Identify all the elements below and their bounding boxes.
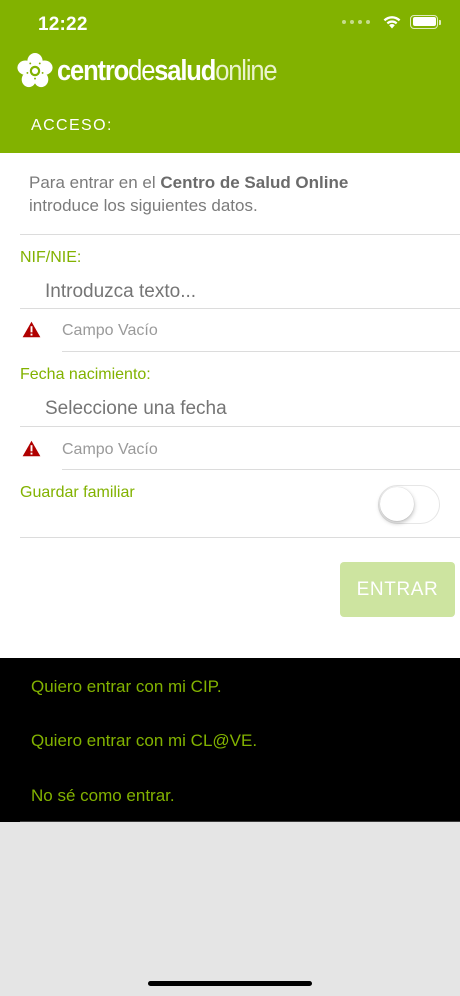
save-family-label: Guardar familiar (20, 484, 135, 501)
header-bar: 12:22 centrodesaludonline ACCESO: (0, 0, 460, 153)
birthdate-input[interactable] (45, 398, 445, 420)
options-divider (20, 821, 460, 822)
intro-text: Para entrar en el Centro de Salud Online… (29, 173, 349, 215)
status-icons (342, 14, 441, 29)
warning-icon (22, 440, 41, 457)
nif-underline (20, 308, 460, 309)
status-time: 12:22 (38, 14, 88, 35)
divider (20, 234, 460, 235)
birthdate-label: Fecha nacimiento: (20, 366, 151, 383)
toggle-knob (380, 487, 414, 521)
save-family-toggle[interactable] (378, 485, 440, 524)
battery-icon (410, 14, 441, 29)
home-indicator[interactable] (148, 981, 312, 986)
entrar-button[interactable]: ENTRAR (340, 562, 455, 617)
link-clave[interactable]: Quiero entrar con mi CL@VE. (31, 731, 257, 751)
birthdate-error-underline (62, 469, 460, 470)
login-form: Para entrar en el Centro de Salud Online… (0, 153, 460, 658)
signal-dots-icon (342, 19, 370, 24)
nif-error-underline (62, 351, 460, 352)
wifi-icon (383, 16, 401, 29)
nif-label: NIF/NIE: (20, 249, 82, 266)
link-help[interactable]: No sé como entrar. (31, 786, 175, 806)
brand-logo: centrodesaludonline (16, 52, 306, 90)
warning-icon (22, 321, 41, 338)
alt-access-panel: Quiero entrar con mi CIP. Quiero entrar … (0, 658, 460, 822)
brand-wordmark: centrodesaludonline (57, 54, 278, 87)
section-title: ACCESO: (31, 117, 113, 134)
nif-error-text: Campo Vacío (62, 322, 158, 339)
status-bar: 12:22 (0, 0, 460, 50)
divider (20, 537, 460, 538)
hibiscus-flower-icon (17, 52, 53, 88)
link-cip[interactable]: Quiero entrar con mi CIP. (31, 677, 222, 697)
birthdate-underline (20, 426, 460, 427)
nif-input[interactable] (45, 281, 445, 303)
birthdate-error-text: Campo Vacío (62, 441, 158, 458)
